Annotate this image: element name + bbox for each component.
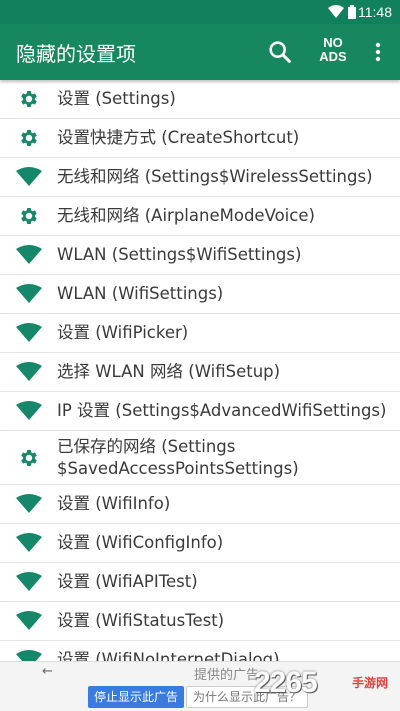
list-item[interactable]: 已保存的网络 (Settings $SavedAccessPointsSetti… xyxy=(0,431,400,485)
wifi-signal-icon xyxy=(328,5,344,18)
watermark-logo: 2265 xyxy=(254,666,318,699)
gear-icon xyxy=(16,203,42,229)
list-item[interactable]: 设置快捷方式 (CreateShortcut) xyxy=(0,119,400,158)
list-item-label: 设置 (WifiAPITest) xyxy=(57,572,198,591)
status-bar: 11:48 xyxy=(0,0,400,24)
wifi-icon xyxy=(16,281,42,307)
list-item-label: 设置 (WifiInfo) xyxy=(57,494,171,513)
list-item-label: 设置 (WifiPicker) xyxy=(57,323,189,342)
page-title: 隐藏的设置项 xyxy=(16,42,136,66)
ad-bar: ← 提供的广告 停止显示此广告 为什么显示此广告？ 2265 手游网 xyxy=(0,661,400,711)
gear-icon xyxy=(16,86,42,112)
list-item[interactable]: IP 设置 (Settings$AdvancedWifiSettings) xyxy=(0,392,400,431)
wifi-icon xyxy=(16,398,42,424)
no-ads-line1: NO xyxy=(323,35,343,50)
wifi-icon xyxy=(16,530,42,556)
list-item[interactable]: 无线和网络 (AirplaneModeVoice) xyxy=(0,197,400,236)
ad-back-arrow-icon[interactable]: ← xyxy=(42,664,53,679)
list-item-label: WLAN (Settings$WifiSettings) xyxy=(57,245,302,264)
search-icon[interactable] xyxy=(266,38,294,66)
list-item-label: WLAN (WifiSettings) xyxy=(57,284,224,303)
list-item[interactable]: WLAN (WifiSettings) xyxy=(0,275,400,314)
list-item-label: 设置快捷方式 (CreateShortcut) xyxy=(57,128,300,147)
list-item-label: 设置 (WifiNoInternetDialog) xyxy=(57,650,280,661)
list-item-label: 无线和网络 (AirplaneModeVoice) xyxy=(57,206,315,225)
list-item[interactable]: 设置 (WifiNoInternetDialog) xyxy=(0,641,400,661)
wifi-icon xyxy=(16,647,42,661)
wifi-icon xyxy=(16,359,42,385)
list-item[interactable]: 设置 (WifiPicker) xyxy=(0,314,400,353)
more-vert-icon[interactable] xyxy=(368,38,388,66)
no-ads-line2: ADS xyxy=(319,49,347,64)
wifi-icon xyxy=(16,242,42,268)
status-time: 11:48 xyxy=(358,4,392,20)
gear-icon xyxy=(16,125,42,151)
list-item-label: 无线和网络 (Settings$WirelessSettings) xyxy=(57,167,373,186)
list-item[interactable]: 选择 WLAN 网络 (WifiSetup) xyxy=(0,353,400,392)
ad-caption: 提供的广告 xyxy=(194,668,260,683)
battery-icon xyxy=(348,5,356,19)
list-item-label: 设置 (Settings) xyxy=(57,89,176,108)
wifi-icon xyxy=(16,164,42,190)
list-item-label: 选择 WLAN 网络 (WifiSetup) xyxy=(57,362,281,381)
watermark-logo-sub: 手游网 xyxy=(352,676,389,690)
wifi-icon xyxy=(16,491,42,517)
wifi-icon xyxy=(16,320,42,346)
list-item[interactable]: 设置 (WifiInfo) xyxy=(0,485,400,524)
gear-icon xyxy=(16,445,42,471)
list-item-label: 设置 (WifiStatusTest) xyxy=(57,611,225,630)
list-item[interactable]: 设置 (WifiAPITest) xyxy=(0,563,400,602)
list-item-label: IP 设置 (Settings$AdvancedWifiSettings) xyxy=(57,401,387,420)
wifi-icon xyxy=(16,608,42,634)
list-item-label: 设置 (WifiConfigInfo) xyxy=(57,533,224,552)
settings-list[interactable]: 设置 (Settings) 设置快捷方式 (CreateShortcut) 无线… xyxy=(0,80,400,661)
no-ads-button[interactable]: NO ADS xyxy=(312,36,354,64)
list-item[interactable]: WLAN (Settings$WifiSettings) xyxy=(0,236,400,275)
stop-ad-button[interactable]: 停止显示此广告 xyxy=(88,686,185,708)
list-item[interactable]: 设置 (WifiStatusTest) xyxy=(0,602,400,641)
list-item-label: 已保存的网络 (Settings $SavedAccessPointsSetti… xyxy=(57,436,299,478)
wifi-icon xyxy=(16,569,42,595)
list-item[interactable]: 无线和网络 (Settings$WirelessSettings) xyxy=(0,158,400,197)
app-bar: 隐藏的设置项 NO ADS xyxy=(0,24,400,80)
list-item[interactable]: 设置 (Settings) xyxy=(0,80,400,119)
list-item[interactable]: 设置 (WifiConfigInfo) xyxy=(0,524,400,563)
